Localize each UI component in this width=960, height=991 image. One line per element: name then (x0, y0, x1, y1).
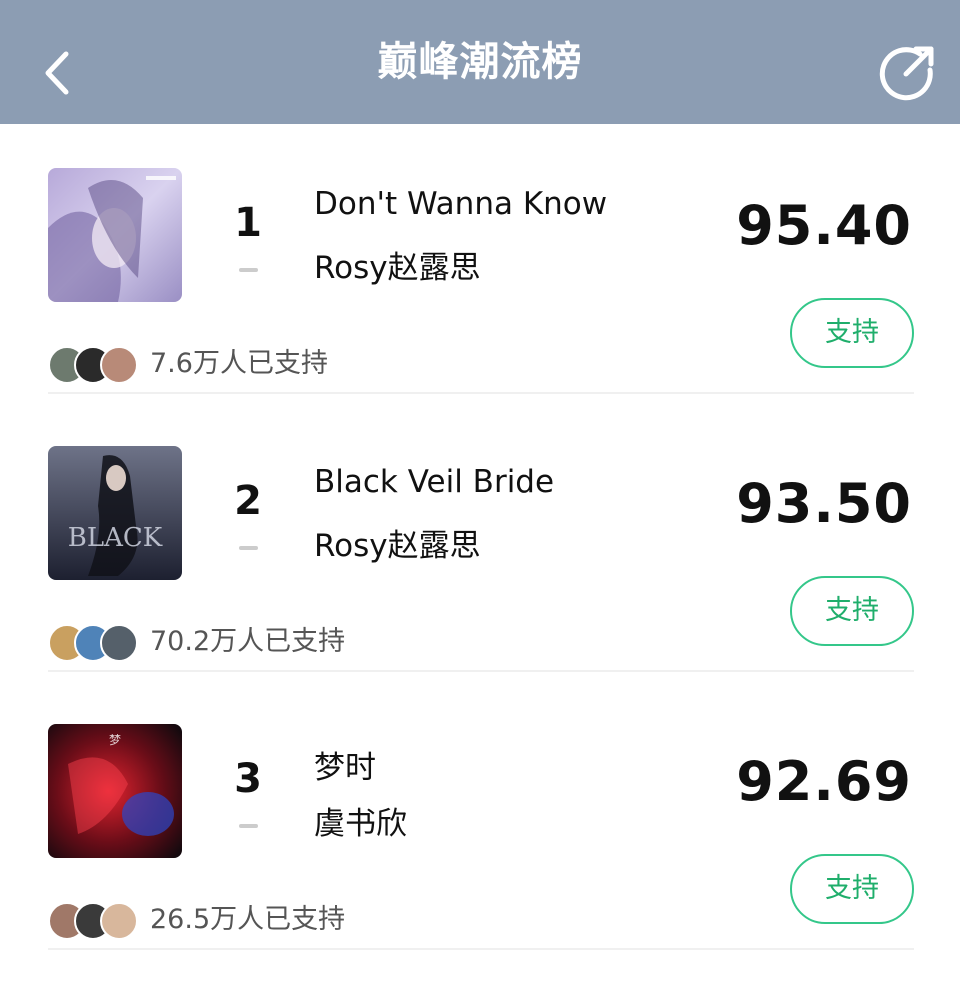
supporter-avatars (48, 346, 144, 384)
page-title: 巅峰潮流榜 (377, 39, 583, 85)
rank-number: 2 (234, 478, 262, 524)
divider (48, 948, 914, 950)
album-cover[interactable]: 梦 (48, 724, 182, 858)
support-button[interactable]: 支持 (790, 854, 914, 924)
share-icon (879, 46, 934, 101)
artist-name[interactable]: Rosy赵露思 (314, 242, 481, 287)
song-title[interactable]: Black Veil Bride (314, 464, 554, 500)
artist-name[interactable]: 虞书欣 (314, 798, 407, 843)
supporter-avatars (48, 624, 144, 662)
divider (48, 392, 914, 394)
trend-flat-icon (239, 546, 258, 550)
header-bar: 巅峰潮流榜 (0, 0, 960, 124)
support-button[interactable]: 支持 (790, 298, 914, 368)
artist-name[interactable]: Rosy赵露思 (314, 520, 481, 565)
song-title[interactable]: 梦时 (314, 742, 376, 787)
trend-flat-icon (239, 824, 258, 828)
share-button[interactable] (874, 40, 944, 110)
chart-item-2[interactable]: BLACK 2 Black Veil Bride Rosy赵露思 93.50 7… (0, 402, 960, 680)
avatar (100, 624, 138, 662)
divider (48, 670, 914, 672)
chart-item-3[interactable]: 梦 3 梦时 虞书欣 92.69 26.5万人已支持 支持 (0, 680, 960, 958)
avatar (100, 902, 138, 940)
score: 95.40 (736, 194, 912, 257)
rank-number: 3 (234, 756, 262, 802)
supporter-count: 7.6万人已支持 (150, 348, 328, 379)
supporter-avatars (48, 902, 144, 940)
support-button[interactable]: 支持 (790, 576, 914, 646)
score: 92.69 (736, 750, 912, 813)
supporter-count: 26.5万人已支持 (150, 904, 346, 935)
trend-flat-icon (239, 268, 258, 272)
score: 93.50 (736, 472, 912, 535)
song-title[interactable]: Don't Wanna Know (314, 186, 607, 222)
album-cover[interactable] (48, 168, 182, 302)
svg-text:BLACK: BLACK (68, 523, 163, 553)
svg-text:梦: 梦 (109, 733, 121, 747)
supporter-count: 70.2万人已支持 (150, 626, 346, 657)
avatar (100, 346, 138, 384)
chart-item-1[interactable]: 1 Don't Wanna Know Rosy赵露思 95.40 7.6万人已支… (0, 124, 960, 402)
rank-number: 1 (234, 200, 262, 246)
album-cover[interactable]: BLACK (48, 446, 182, 580)
